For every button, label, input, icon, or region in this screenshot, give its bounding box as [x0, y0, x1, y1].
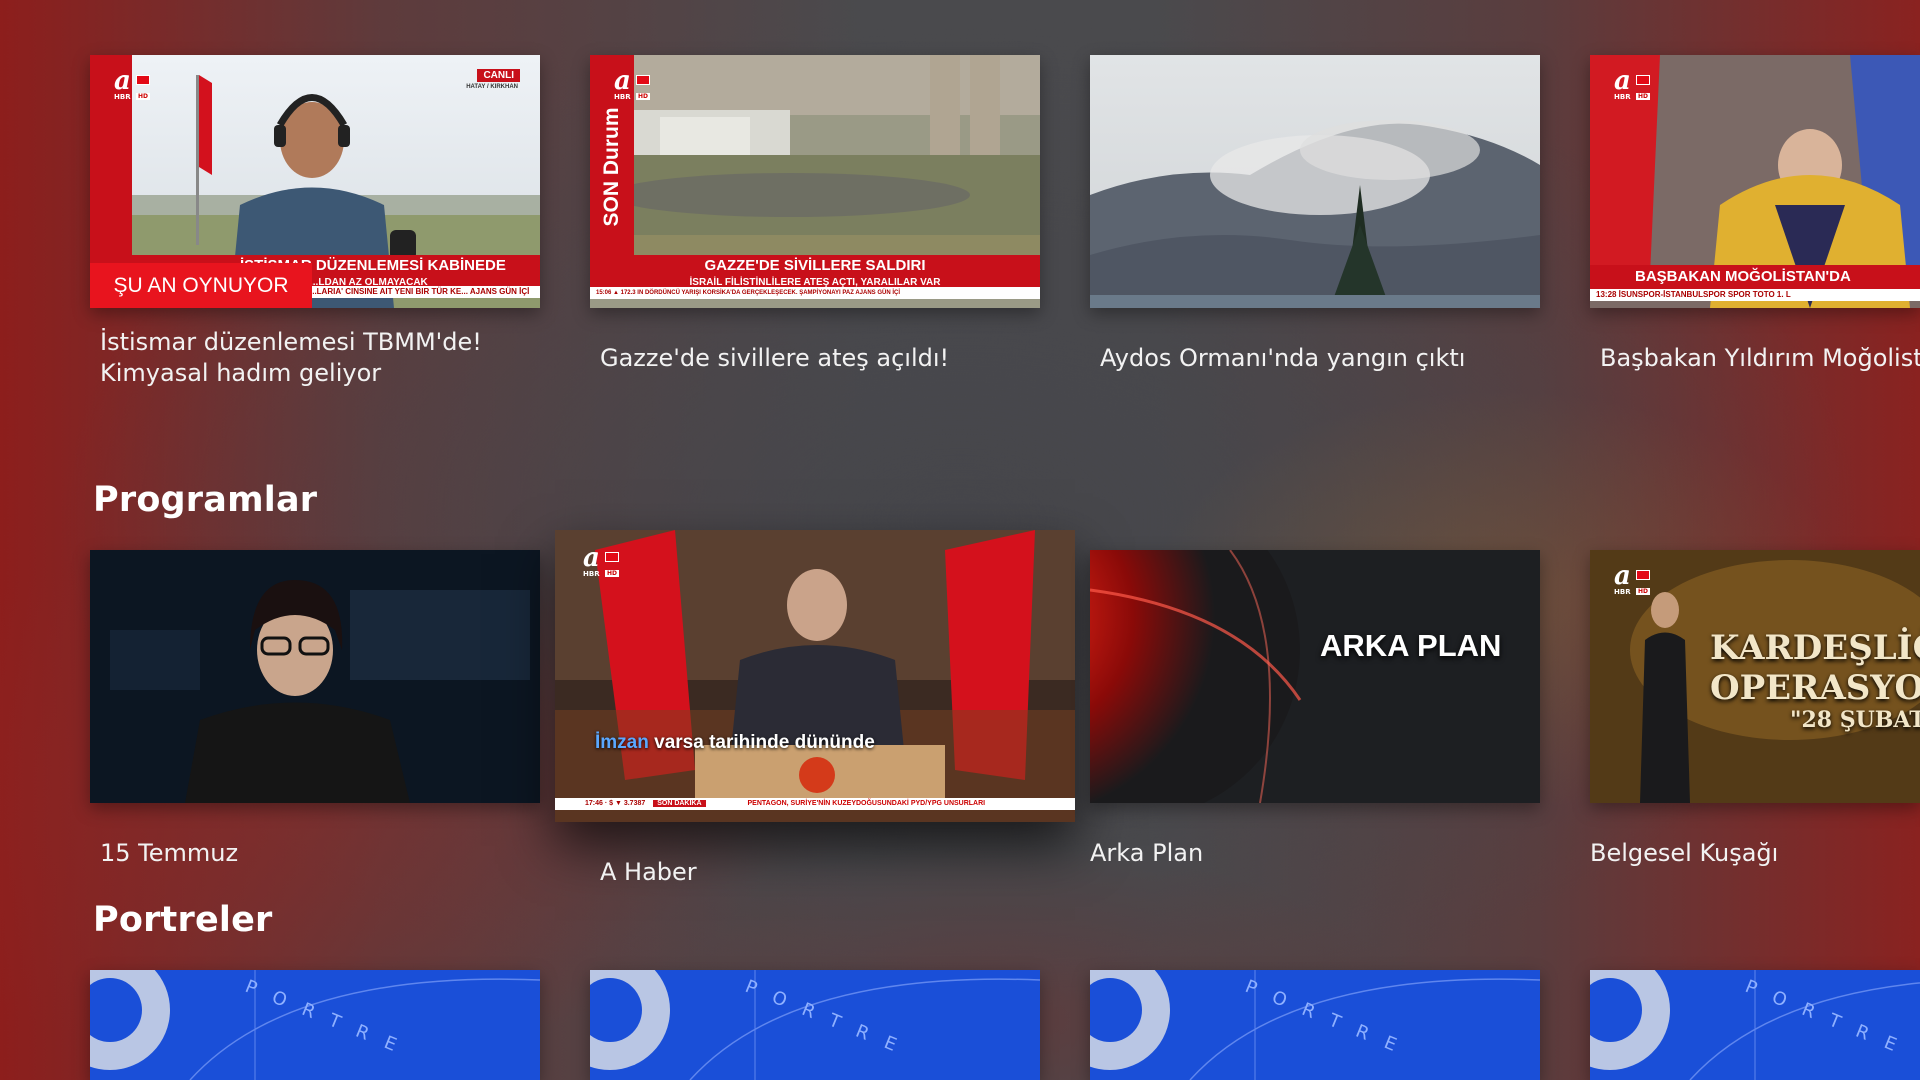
news-card-caption: Gazze'de sivillere ateş açıldı!	[600, 344, 950, 372]
news-card-caption: Aydos Ormanı'nda yangın çıktı	[1100, 344, 1466, 372]
program-thumbnail	[1090, 550, 1540, 803]
news-card-caption: İstismar düzenlemesi TBMM'de! Kimyasal h…	[100, 328, 482, 387]
program-card-a-haber[interactable]: a HBR HD İmzan varsa tarihinde dününde 17:…	[555, 530, 1075, 822]
program-card-caption: Arka Plan	[1090, 839, 1204, 867]
now-playing-badge: ŞU AN OYNUYOR	[90, 263, 312, 308]
ahaber-logo: a HBR HD	[1614, 561, 1651, 596]
portre-card[interactable]: PORTRE	[590, 970, 1040, 1080]
news-ticker: 13:28 İSUNSPOR-İSTANBULSPOR SPOR TOTO 1.…	[1590, 289, 1920, 301]
ahaber-logo: a HBR HD	[1614, 66, 1651, 101]
program-card-caption: Belgesel Kuşağı	[1590, 839, 1779, 867]
ahaber-logo: a HBR HD	[114, 66, 151, 101]
portre-card[interactable]: PORTRE	[90, 970, 540, 1080]
thumb-title: KARDEŞLİĞE OPERASYON "28 ŞUBAT"	[1710, 628, 1920, 733]
program-card-caption: A Haber	[600, 858, 697, 886]
news-card-basbakan[interactable]: a HBR HD BAŞBAKAN MOĞOLİSTAN'DA 13:28 İSUN…	[1590, 55, 1920, 308]
news-thumbnail	[1090, 55, 1540, 308]
program-card-caption: 15 Temmuz	[100, 839, 239, 867]
program-thumbnail	[90, 550, 540, 803]
news-banner: BAŞBAKAN MOĞOLİSTAN'DA	[1590, 265, 1920, 289]
side-label: SON Durum	[600, 107, 623, 227]
portre-card[interactable]: PORTRE	[1090, 970, 1540, 1080]
section-title-programlar: Programlar	[93, 480, 318, 520]
thumb-title: ARKA PLAN	[1320, 628, 1502, 663]
location-label: HATAY / KIRKHAN	[466, 84, 518, 90]
news-ticker: 15:06 ▲ 172.3 IN DÖRDÜNCÜ YARIŞI KORSİKA…	[590, 287, 1040, 299]
program-card-15-temmuz[interactable]	[90, 550, 540, 803]
news-ticker: 17:46 · $ ▼ 3.7387 SON DAKİKA PENTAGON, …	[555, 798, 1075, 810]
ahaber-logo: a HBR HD	[583, 543, 620, 578]
live-badge: CANLI	[477, 69, 520, 82]
news-card-caption: Başbakan Yıldırım Moğolistan	[1600, 344, 1920, 372]
news-card-istismar[interactable]: a HBR HD CANLI HATAY / KIRKHAN İSTİSMAR DÜ…	[90, 55, 540, 308]
news-card-aydos[interactable]	[1090, 55, 1540, 308]
program-thumbnail	[555, 530, 1075, 822]
portre-card[interactable]: PORTRE	[1590, 970, 1920, 1080]
subtitle: İmzan varsa tarihinde dününde	[595, 732, 875, 753]
program-card-belgesel[interactable]: aHBRHD KARDEŞLİĞE OPERASYON "28 ŞUBAT"	[1590, 550, 1920, 803]
news-card-gazze[interactable]: a HBR HD SON Durum GAZZE'DE SİVİLLERE SALD…	[590, 55, 1040, 308]
section-title-portreler: Portreler	[93, 900, 273, 940]
program-card-arka-plan[interactable]: ARKA PLAN	[1090, 550, 1540, 803]
